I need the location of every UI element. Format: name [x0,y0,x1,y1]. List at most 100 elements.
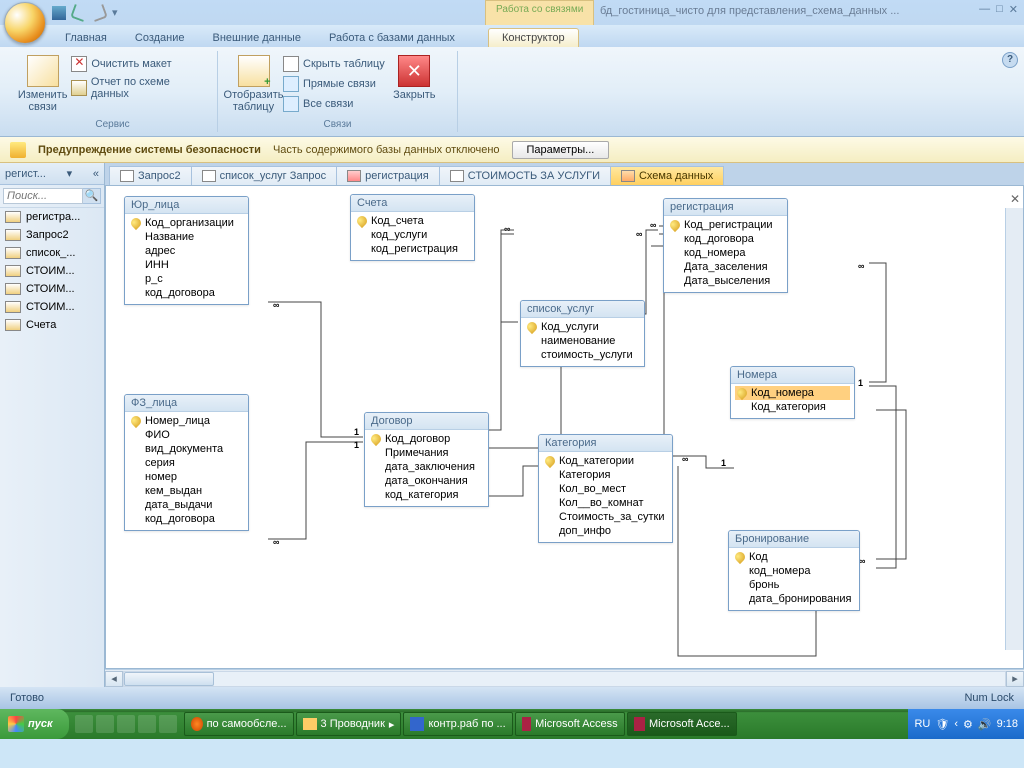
field[interactable]: серия [129,456,244,470]
scroll-right-icon[interactable]: ▸ [1006,671,1024,687]
field[interactable]: Кол__во_комнат [543,496,668,510]
field[interactable]: код_услуги [355,228,470,242]
tray-expand-icon[interactable]: ‹ [954,718,958,730]
minimize-button[interactable]: — [979,3,990,16]
tab-dbtools[interactable]: Работа с базами данных [316,29,468,47]
field[interactable]: Примечания [369,446,484,460]
close-button-ribbon[interactable]: ✕ Закрыть [387,51,442,113]
horizontal-scrollbar[interactable]: ◂ ▸ [105,669,1024,687]
field[interactable]: Название [129,230,244,244]
taskbar-item[interactable]: контр.раб по ... [403,712,512,736]
qat-dropdown-icon[interactable]: ▾ [112,6,126,20]
clock[interactable]: 9:18 [997,718,1018,730]
field[interactable]: ИНН [129,258,244,272]
tab-create[interactable]: Создание [122,29,198,47]
field[interactable]: вид_документа [129,442,244,456]
maximize-button[interactable]: □ [996,3,1003,16]
field[interactable]: код_номера [733,564,855,578]
table-scheta[interactable]: СчетаКод_счетакод_услугикод_регистрация [350,194,475,261]
field[interactable]: Дата_заселения [668,260,783,274]
nav-item[interactable]: СТОИМ... [0,262,104,280]
search-go-button[interactable]: 🔍 [83,188,101,204]
table-fz-lica[interactable]: ФЗ_лицаНомер_лицаФИОвид_документасерияно… [124,394,249,531]
field[interactable]: Код_номера [735,386,850,400]
scroll-left-icon[interactable]: ◂ [105,671,123,687]
warning-options-button[interactable]: Параметры... [512,141,610,159]
taskbar-item[interactable]: 3 Проводник▸ [296,712,402,736]
field[interactable]: дата_окончания [369,474,484,488]
field[interactable]: дата_бронирования [733,592,855,606]
nav-item[interactable]: СТОИМ... [0,280,104,298]
table-bron[interactable]: БронированиеКодкод_номераброньдата_брони… [728,530,860,611]
taskbar-item-active[interactable]: Microsoft Acce... [627,712,737,736]
mail-icon[interactable] [96,715,114,733]
taskbar-item[interactable]: по самообсле... [184,712,294,736]
field[interactable]: Код_регистрации [668,218,783,232]
close-button[interactable]: ✕ [1009,3,1018,16]
help-icon[interactable]: ? [1002,52,1018,68]
field[interactable]: стоимость_услуги [525,348,640,362]
field[interactable]: дата_заключения [369,460,484,474]
nav-header[interactable]: регист...▾« [0,163,104,185]
show-table-button[interactable]: + Отобразить таблицу [226,51,281,113]
field[interactable]: код_номера [668,246,783,260]
field[interactable]: р_с [129,272,244,286]
field[interactable]: код_категория [369,488,484,502]
field[interactable]: Кол_во_мест [543,482,668,496]
field[interactable]: адрес [129,244,244,258]
start-button[interactable]: пуск [0,709,69,739]
chevron-down-icon[interactable]: ▾ [67,167,73,180]
table-header[interactable]: Бронирование [729,531,859,548]
field[interactable]: Номер_лица [129,414,244,428]
doc-close-button[interactable]: ✕ [1010,192,1020,206]
table-header[interactable]: Номера [731,367,854,384]
undo-icon[interactable] [70,4,88,22]
collapse-icon[interactable]: « [93,168,99,180]
vertical-scrollbar[interactable] [1005,208,1023,650]
lang-indicator[interactable]: RU [914,718,930,730]
nav-item[interactable]: регистра... [0,208,104,226]
field[interactable]: Категория [543,468,668,482]
field[interactable]: код_договора [129,286,244,300]
field[interactable]: код_договора [129,512,244,526]
doc-tab[interactable]: регистрация [336,166,440,185]
tab-constructor[interactable]: Конструктор [488,28,579,47]
tab-home[interactable]: Главная [52,29,120,47]
field[interactable]: Код_договор [369,432,484,446]
field[interactable]: код_регистрация [355,242,470,256]
office-button[interactable] [4,2,46,44]
edit-relations-button[interactable]: Изменить связи [16,51,69,113]
field[interactable]: Код_услуги [525,320,640,334]
tray-icon[interactable]: ⚙ [963,718,973,731]
save-icon[interactable] [52,6,66,20]
table-header[interactable]: регистрация [664,199,787,216]
desktop-icon[interactable] [159,715,177,733]
table-uslugi[interactable]: список_услугКод_услугинаименованиестоимо… [520,300,645,367]
redo-icon[interactable] [90,4,108,22]
tray-icon[interactable]: 🛡 [935,718,949,731]
field[interactable]: Код_организации [129,216,244,230]
direct-links-button[interactable]: Прямые связи [281,75,387,93]
field[interactable]: кем_выдан [129,484,244,498]
tab-external[interactable]: Внешние данные [200,29,314,47]
field[interactable]: ФИО [129,428,244,442]
scroll-thumb[interactable] [124,672,214,686]
table-dogovor[interactable]: Договор Код_договорПримечаниядата_заключе… [364,412,489,507]
field[interactable]: Стоимость_за_сутки [543,510,668,524]
tray-icon[interactable]: 🔊 [978,718,992,731]
field[interactable]: Дата_выселения [668,274,783,288]
table-header[interactable]: Юр_лица [125,197,248,214]
clear-layout-button[interactable]: ✕Очистить макет [69,55,209,73]
table-registration[interactable]: регистрацияКод_регистрациикод_договорако… [663,198,788,293]
app-icon[interactable] [138,715,156,733]
table-kategoria[interactable]: КатегорияКод_категорииКатегорияКол_во_ме… [538,434,673,543]
table-yur-lica[interactable]: Юр_лица Код_организацииНазваниеадресИННр_… [124,196,249,305]
field[interactable]: Код [733,550,855,564]
ie-icon[interactable] [75,715,93,733]
field[interactable]: наименование [525,334,640,348]
table-header[interactable]: Договор [365,413,488,430]
field[interactable]: дата_выдачи [129,498,244,512]
doc-tab-active[interactable]: Схема данных [610,166,724,185]
relationships-canvas[interactable]: ∞1 ∞1 1∞ 1∞ 1 1∞ ∞ ∞1 ∞1 [105,185,1024,669]
firefox-icon[interactable] [117,715,135,733]
